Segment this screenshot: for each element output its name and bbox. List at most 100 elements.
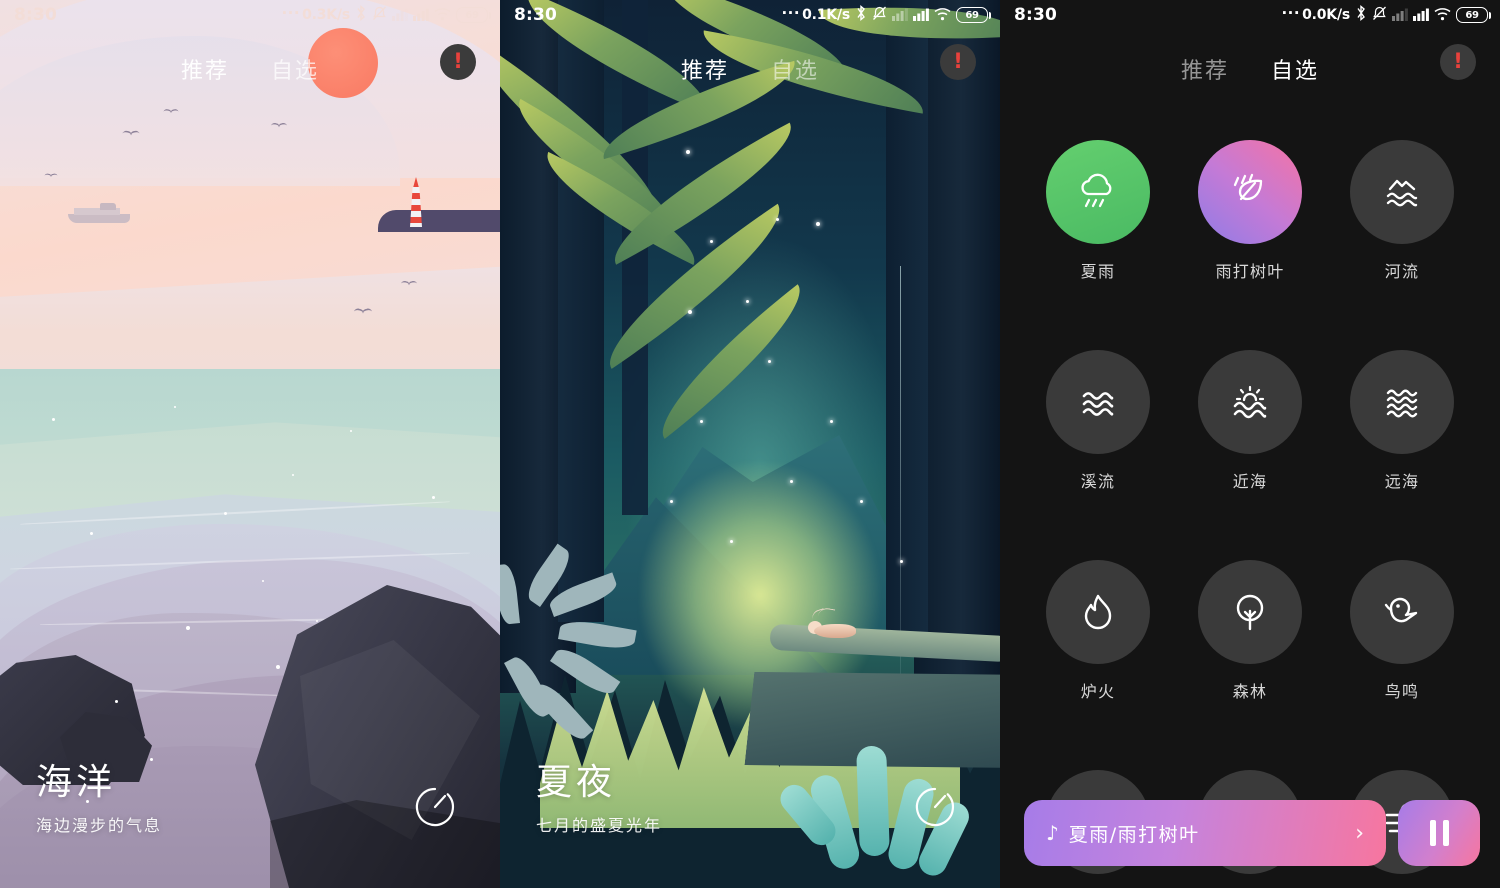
status-bar: 8:30 ··· 0.0K/s 69 xyxy=(1000,0,1500,30)
sound-bubble[interactable] xyxy=(1046,140,1150,244)
foreground-plant xyxy=(500,543,650,746)
mute-icon xyxy=(372,5,387,25)
alert-badge-label: ! xyxy=(953,48,963,73)
tab-recommend[interactable]: 推荐 xyxy=(681,53,729,85)
sound-item-open-sea[interactable]: 远海 xyxy=(1326,350,1478,492)
tab-recommend[interactable]: 推荐 xyxy=(1181,53,1229,85)
tree-icon xyxy=(1236,594,1264,631)
now-playing-title: 夏雨/雨打树叶 xyxy=(1068,823,1200,846)
page-title: 海洋 xyxy=(36,761,117,803)
tab-bar: 推荐 自选 xyxy=(0,46,500,92)
tab-custom[interactable]: 自选 xyxy=(771,53,819,85)
wifi-icon xyxy=(1434,6,1451,25)
pause-icon-bar-left xyxy=(1429,820,1436,846)
pause-button[interactable] xyxy=(1398,800,1480,866)
page-subtitle: 海边漫步的气息 xyxy=(36,816,163,835)
panel-sound-mixer: 8:30 ··· 0.0K/s 69 推荐 自选 ! 夏雨 雨打树叶 河流 溪流… xyxy=(1000,0,1500,888)
sound-bubble[interactable] xyxy=(1350,350,1454,454)
tab-bar: 推荐 自选 xyxy=(500,46,1000,92)
signal-icon-2 xyxy=(913,6,929,25)
network-speed: ··· 0.3K/s xyxy=(281,4,350,24)
sound-bubble[interactable] xyxy=(1046,350,1150,454)
chevron-right-icon: › xyxy=(1355,820,1364,846)
card-text-ocean: 海洋 海边漫步的气息 xyxy=(36,762,162,836)
tab-bar: 推荐 自选 xyxy=(1000,46,1500,92)
three-panel-screenshot: 8:30 ··· 0.3K/s 69 推荐 自选 ! 海洋 海边漫步的气息 8:… xyxy=(0,0,1500,888)
sound-item-coastal-sea[interactable]: 近海 xyxy=(1174,350,1326,492)
sound-item-rain-on-leaves[interactable]: 雨打树叶 xyxy=(1174,140,1326,282)
sound-item-label: 炉火 xyxy=(1080,682,1116,701)
sound-item-river[interactable]: 河流 xyxy=(1326,140,1478,282)
signal-icon-1 xyxy=(392,6,408,25)
sound-bubble[interactable] xyxy=(1198,140,1302,244)
network-speed: ··· 0.1K/s xyxy=(781,4,850,24)
sound-item-label: 河流 xyxy=(1384,262,1420,281)
sound-item-label: 溪流 xyxy=(1080,472,1116,491)
bird-icon xyxy=(1384,597,1418,623)
tree-trunk-left-2 xyxy=(558,0,604,622)
sound-bubble[interactable] xyxy=(1198,560,1302,664)
now-playing-button[interactable]: ♪ 夏雨/雨打树叶 › xyxy=(1024,800,1386,866)
alert-badge[interactable]: ! xyxy=(940,44,976,80)
timer-icon[interactable] xyxy=(912,784,958,830)
timer-icon[interactable] xyxy=(412,784,458,830)
sound-item-label: 近海 xyxy=(1232,472,1268,491)
sound-bubble[interactable] xyxy=(1350,140,1454,244)
panel-forest: 8:30 ··· 0.1K/s 69 推荐 自选 ! 夏夜 七月的盛夏光年 xyxy=(500,0,1000,888)
bird-icon xyxy=(163,109,178,115)
fire-icon xyxy=(1084,594,1112,630)
rain-cloud-icon xyxy=(1081,173,1112,208)
sound-bubble[interactable] xyxy=(1046,560,1150,664)
status-time: 8:30 xyxy=(14,5,58,25)
sound-item-summer-rain[interactable]: 夏雨 xyxy=(1022,140,1174,282)
status-time: 8:30 xyxy=(514,5,558,25)
stream-icon xyxy=(1082,392,1114,416)
tab-custom[interactable]: 自选 xyxy=(271,53,319,85)
card-text-forest: 夏夜 七月的盛夏光年 xyxy=(536,762,662,836)
bluetooth-icon xyxy=(855,5,867,25)
bird-icon xyxy=(271,123,288,129)
sound-bubble[interactable] xyxy=(1198,350,1302,454)
bird-icon xyxy=(354,309,373,316)
sound-item-label: 鸟鸣 xyxy=(1384,682,1420,701)
river-icon xyxy=(1386,179,1418,207)
bird-icon xyxy=(44,174,57,179)
sound-grid: 夏雨 雨打树叶 河流 溪流 近海 远海 炉火 森林 鸟鸣 xyxy=(1000,140,1500,888)
sound-item-label: 夏雨 xyxy=(1080,262,1116,281)
alert-badge-label: ! xyxy=(453,48,463,73)
pause-icon-bar-right xyxy=(1442,820,1449,846)
player-bar: ♪ 夏雨/雨打树叶 › xyxy=(1024,800,1480,866)
alert-badge-label: ! xyxy=(1453,48,1463,73)
cape-headland xyxy=(378,210,500,232)
signal-icon-2 xyxy=(1413,6,1429,25)
bluetooth-icon xyxy=(1355,5,1367,25)
lighthouse xyxy=(408,177,424,227)
sound-item-fireplace[interactable]: 炉火 xyxy=(1022,560,1174,702)
sound-item-label: 远海 xyxy=(1384,472,1420,491)
tab-custom[interactable]: 自选 xyxy=(1271,53,1319,85)
mute-icon xyxy=(872,5,887,25)
rain-leaf-icon xyxy=(1233,173,1263,201)
wifi-icon xyxy=(434,6,451,25)
cricket xyxy=(808,606,860,642)
sound-item-label: 雨打树叶 xyxy=(1215,262,1285,281)
music-note-icon: ♪ xyxy=(1046,821,1059,845)
bluetooth-icon xyxy=(355,5,367,25)
signal-icon-1 xyxy=(1392,6,1408,25)
ship xyxy=(68,203,130,223)
sound-item-forest[interactable]: 森林 xyxy=(1174,560,1326,702)
alert-badge[interactable]: ! xyxy=(1440,44,1476,80)
battery-icon: 69 xyxy=(1456,7,1491,23)
battery-icon: 69 xyxy=(456,7,491,23)
sound-item-label: 森林 xyxy=(1232,682,1268,701)
tab-recommend[interactable]: 推荐 xyxy=(181,53,229,85)
sound-item-stream[interactable]: 溪流 xyxy=(1022,350,1174,492)
alert-badge[interactable]: ! xyxy=(440,44,476,80)
page-title: 夏夜 xyxy=(536,761,617,803)
sound-bubble[interactable] xyxy=(1350,560,1454,664)
status-time: 8:30 xyxy=(1014,5,1058,25)
status-bar: 8:30 ··· 0.1K/s 69 xyxy=(500,0,1000,30)
signal-icon-1 xyxy=(892,6,908,25)
sound-item-birdsong[interactable]: 鸟鸣 xyxy=(1326,560,1478,702)
network-speed: ··· 0.0K/s xyxy=(1281,4,1350,24)
